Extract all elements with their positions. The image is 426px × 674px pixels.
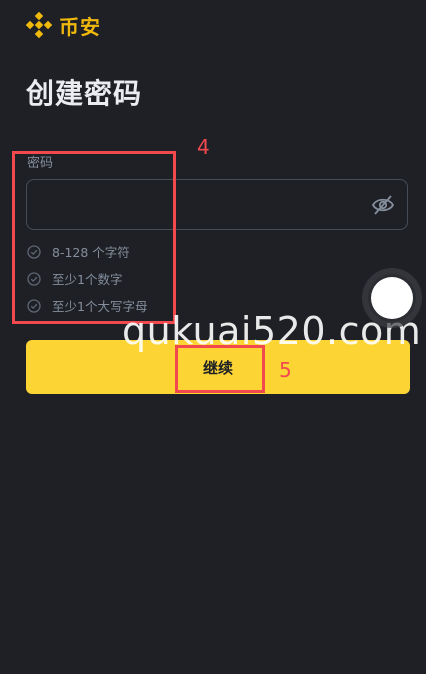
brand-logo: 币安 bbox=[25, 10, 101, 40]
page-title: 创建密码 bbox=[26, 77, 143, 110]
brand-name: 币安 bbox=[59, 14, 101, 39]
annotation-number-5: 5 bbox=[279, 358, 292, 382]
assistive-touch-button[interactable] bbox=[362, 268, 422, 328]
assistive-touch-icon bbox=[371, 277, 413, 319]
annotation-number-4: 4 bbox=[197, 135, 210, 159]
binance-logo-icon bbox=[25, 11, 53, 39]
annotation-box-4 bbox=[12, 151, 176, 324]
eye-off-icon[interactable] bbox=[371, 194, 395, 216]
